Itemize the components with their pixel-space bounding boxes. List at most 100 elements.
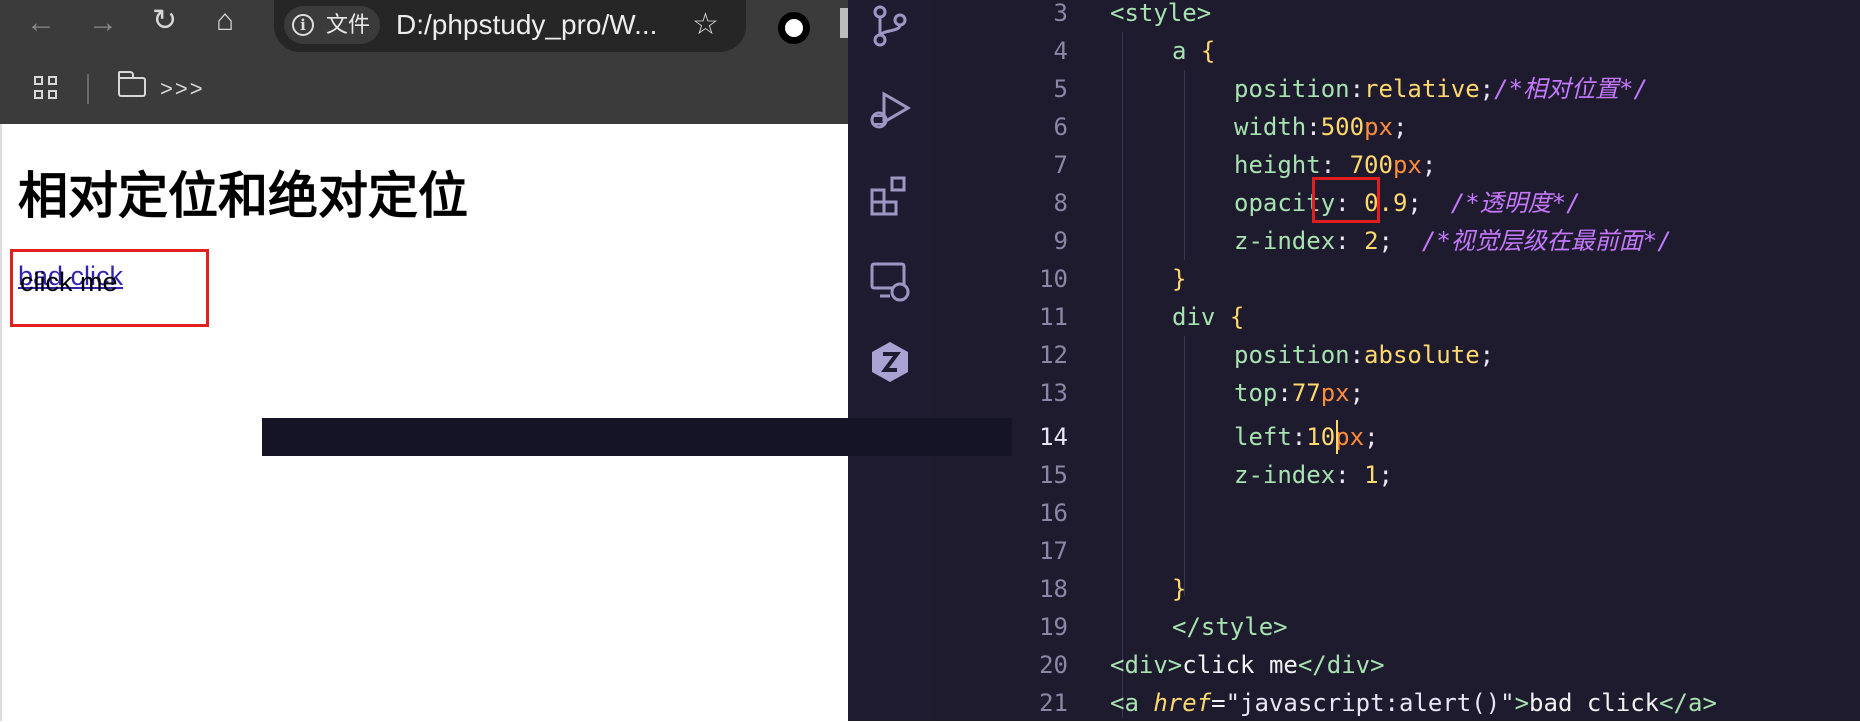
brace: { <box>1200 37 1216 65</box>
html-tag: <a <box>1110 689 1139 717</box>
css-number: 700 <box>1349 151 1393 179</box>
code-line-14[interactable]: left:10px; <box>1234 418 1379 456</box>
activity-bar <box>848 0 930 721</box>
code-line-3[interactable]: <style> <box>1110 0 1211 32</box>
highlight-box <box>1312 177 1380 223</box>
code-line-6[interactable]: width:500px; <box>1234 108 1407 146</box>
browser-window: ← → ↻ ⌂ i 文件 D:/phpstudy_pro/W... ☆ >>> … <box>0 0 854 721</box>
line-number: 15 <box>1039 461 1068 489</box>
code-line-11[interactable]: div { <box>1172 298 1244 336</box>
html-tag: </div> <box>1297 651 1385 679</box>
extension-icon[interactable] <box>778 12 810 44</box>
site-info-chip[interactable]: i 文件 <box>284 6 380 44</box>
code-line-13[interactable]: top:77px; <box>1234 374 1364 412</box>
brace: } <box>1172 575 1187 603</box>
code-comment: /*透明度*/ <box>1450 189 1581 217</box>
code-line-10[interactable]: } <box>1172 260 1186 298</box>
code-line-19[interactable]: </style> <box>1172 608 1288 646</box>
code-line-21[interactable]: <a href="javascript:alert()">bad click</… <box>1110 684 1717 722</box>
star-icon[interactable]: ☆ <box>692 8 719 42</box>
css-number: 500 <box>1320 113 1365 141</box>
css-value: absolute <box>1364 341 1480 369</box>
click-me-div: click me <box>20 267 118 297</box>
home-icon[interactable]: ⌂ <box>216 6 234 36</box>
css-unit: px <box>1364 113 1393 141</box>
bookmarks-bar: >>> <box>0 64 848 114</box>
code-comment: /*视觉层级在最前面*/ <box>1421 227 1672 255</box>
line-number: 21 <box>1039 689 1068 717</box>
bookmarks-more-button[interactable]: >>> <box>160 76 205 102</box>
css-property: width <box>1234 113 1307 141</box>
code-line-12[interactable]: position:absolute; <box>1234 336 1494 374</box>
address-bar[interactable]: i 文件 D:/phpstudy_pro/W... ☆ <box>274 0 746 52</box>
css-property: left <box>1234 423 1292 451</box>
css-unit: px <box>1320 379 1350 407</box>
equals-sign: = <box>1211 689 1226 717</box>
line-number: 18 <box>1039 575 1068 603</box>
active-line-highlight <box>262 418 1012 456</box>
line-number: 12 <box>1039 341 1068 369</box>
line-number: 9 <box>1053 227 1068 255</box>
code-line-20[interactable]: <div>click me</div> <box>1110 646 1385 684</box>
code-line-9[interactable]: z-index: 2; /*视觉层级在最前面*/ <box>1234 222 1672 260</box>
line-number: 8 <box>1053 189 1068 217</box>
css-property: top <box>1234 379 1278 407</box>
line-number: 5 <box>1053 75 1068 103</box>
line-number: 20 <box>1039 651 1068 679</box>
css-number: 1 <box>1364 461 1379 489</box>
code-line-18[interactable]: } <box>1172 570 1186 608</box>
line-number: 7 <box>1053 151 1068 179</box>
code-line-15[interactable]: z-index: 1; <box>1234 456 1393 494</box>
css-property: height <box>1234 151 1321 179</box>
css-unit: px <box>1392 151 1422 179</box>
run-debug-icon[interactable] <box>868 88 912 132</box>
text-cursor <box>1336 420 1338 454</box>
line-number: 6 <box>1053 113 1068 141</box>
apps-grid-icon[interactable] <box>34 76 60 102</box>
line-number: 19 <box>1039 613 1068 641</box>
line-number-gutter: 3 4 5 6 7 8 9 10 11 12 13 14 15 16 17 18… <box>930 0 1110 721</box>
folder-icon[interactable] <box>117 71 146 97</box>
line-number-active: 14 <box>1039 423 1068 451</box>
code-line-8[interactable]: opacity: 0.9; /*透明度*/ <box>1234 184 1581 222</box>
line-number: 10 <box>1039 265 1068 293</box>
line-number: 3 <box>1053 0 1068 27</box>
html-tag: > <box>1514 689 1530 717</box>
css-number: 77 <box>1291 379 1321 407</box>
site-info-label: 文件 <box>326 12 371 37</box>
bookmarks-separator <box>87 74 89 104</box>
code-line-4[interactable]: a { <box>1172 32 1215 70</box>
source-control-icon[interactable] <box>868 4 912 48</box>
extensions-icon[interactable] <box>868 174 912 218</box>
page-heading: 相对定位和绝对定位 <box>18 167 468 225</box>
remote-explorer-icon[interactable] <box>868 260 912 304</box>
reload-icon[interactable]: ↻ <box>152 6 177 36</box>
app-logo-icon[interactable] <box>868 340 912 384</box>
back-arrow-icon[interactable]: ← <box>26 8 56 38</box>
line-number: 4 <box>1053 37 1068 65</box>
line-number: 16 <box>1039 499 1068 527</box>
html-tag: <style> <box>1110 0 1212 27</box>
line-number: 17 <box>1039 537 1068 565</box>
css-number: 10 <box>1306 423 1336 451</box>
html-tag: </a> <box>1659 689 1717 717</box>
html-tag: </style> <box>1172 613 1288 641</box>
url-text[interactable]: D:/phpstudy_pro/W... <box>396 8 657 42</box>
code-area[interactable]: <style> a { position:relative;/*相对位置*/ w… <box>1110 0 1860 721</box>
css-unit: px <box>1335 423 1365 451</box>
forward-arrow-icon[interactable]: → <box>88 8 118 38</box>
html-text: click me <box>1182 651 1298 679</box>
css-value: relative <box>1364 75 1480 103</box>
css-property: position <box>1234 75 1350 103</box>
html-attribute: href <box>1153 689 1212 717</box>
code-line-5[interactable]: position:relative;/*相对位置*/ <box>1234 70 1648 108</box>
css-property: z-index <box>1234 227 1336 255</box>
code-comment: /*相对位置*/ <box>1494 75 1648 103</box>
css-property: z-index <box>1234 461 1336 489</box>
info-icon: i <box>292 14 314 36</box>
css-number: 2 <box>1364 227 1379 255</box>
brace: } <box>1172 265 1187 293</box>
css-selector: div <box>1172 303 1216 331</box>
css-property: position <box>1234 341 1350 369</box>
html-text: bad click <box>1529 689 1660 717</box>
